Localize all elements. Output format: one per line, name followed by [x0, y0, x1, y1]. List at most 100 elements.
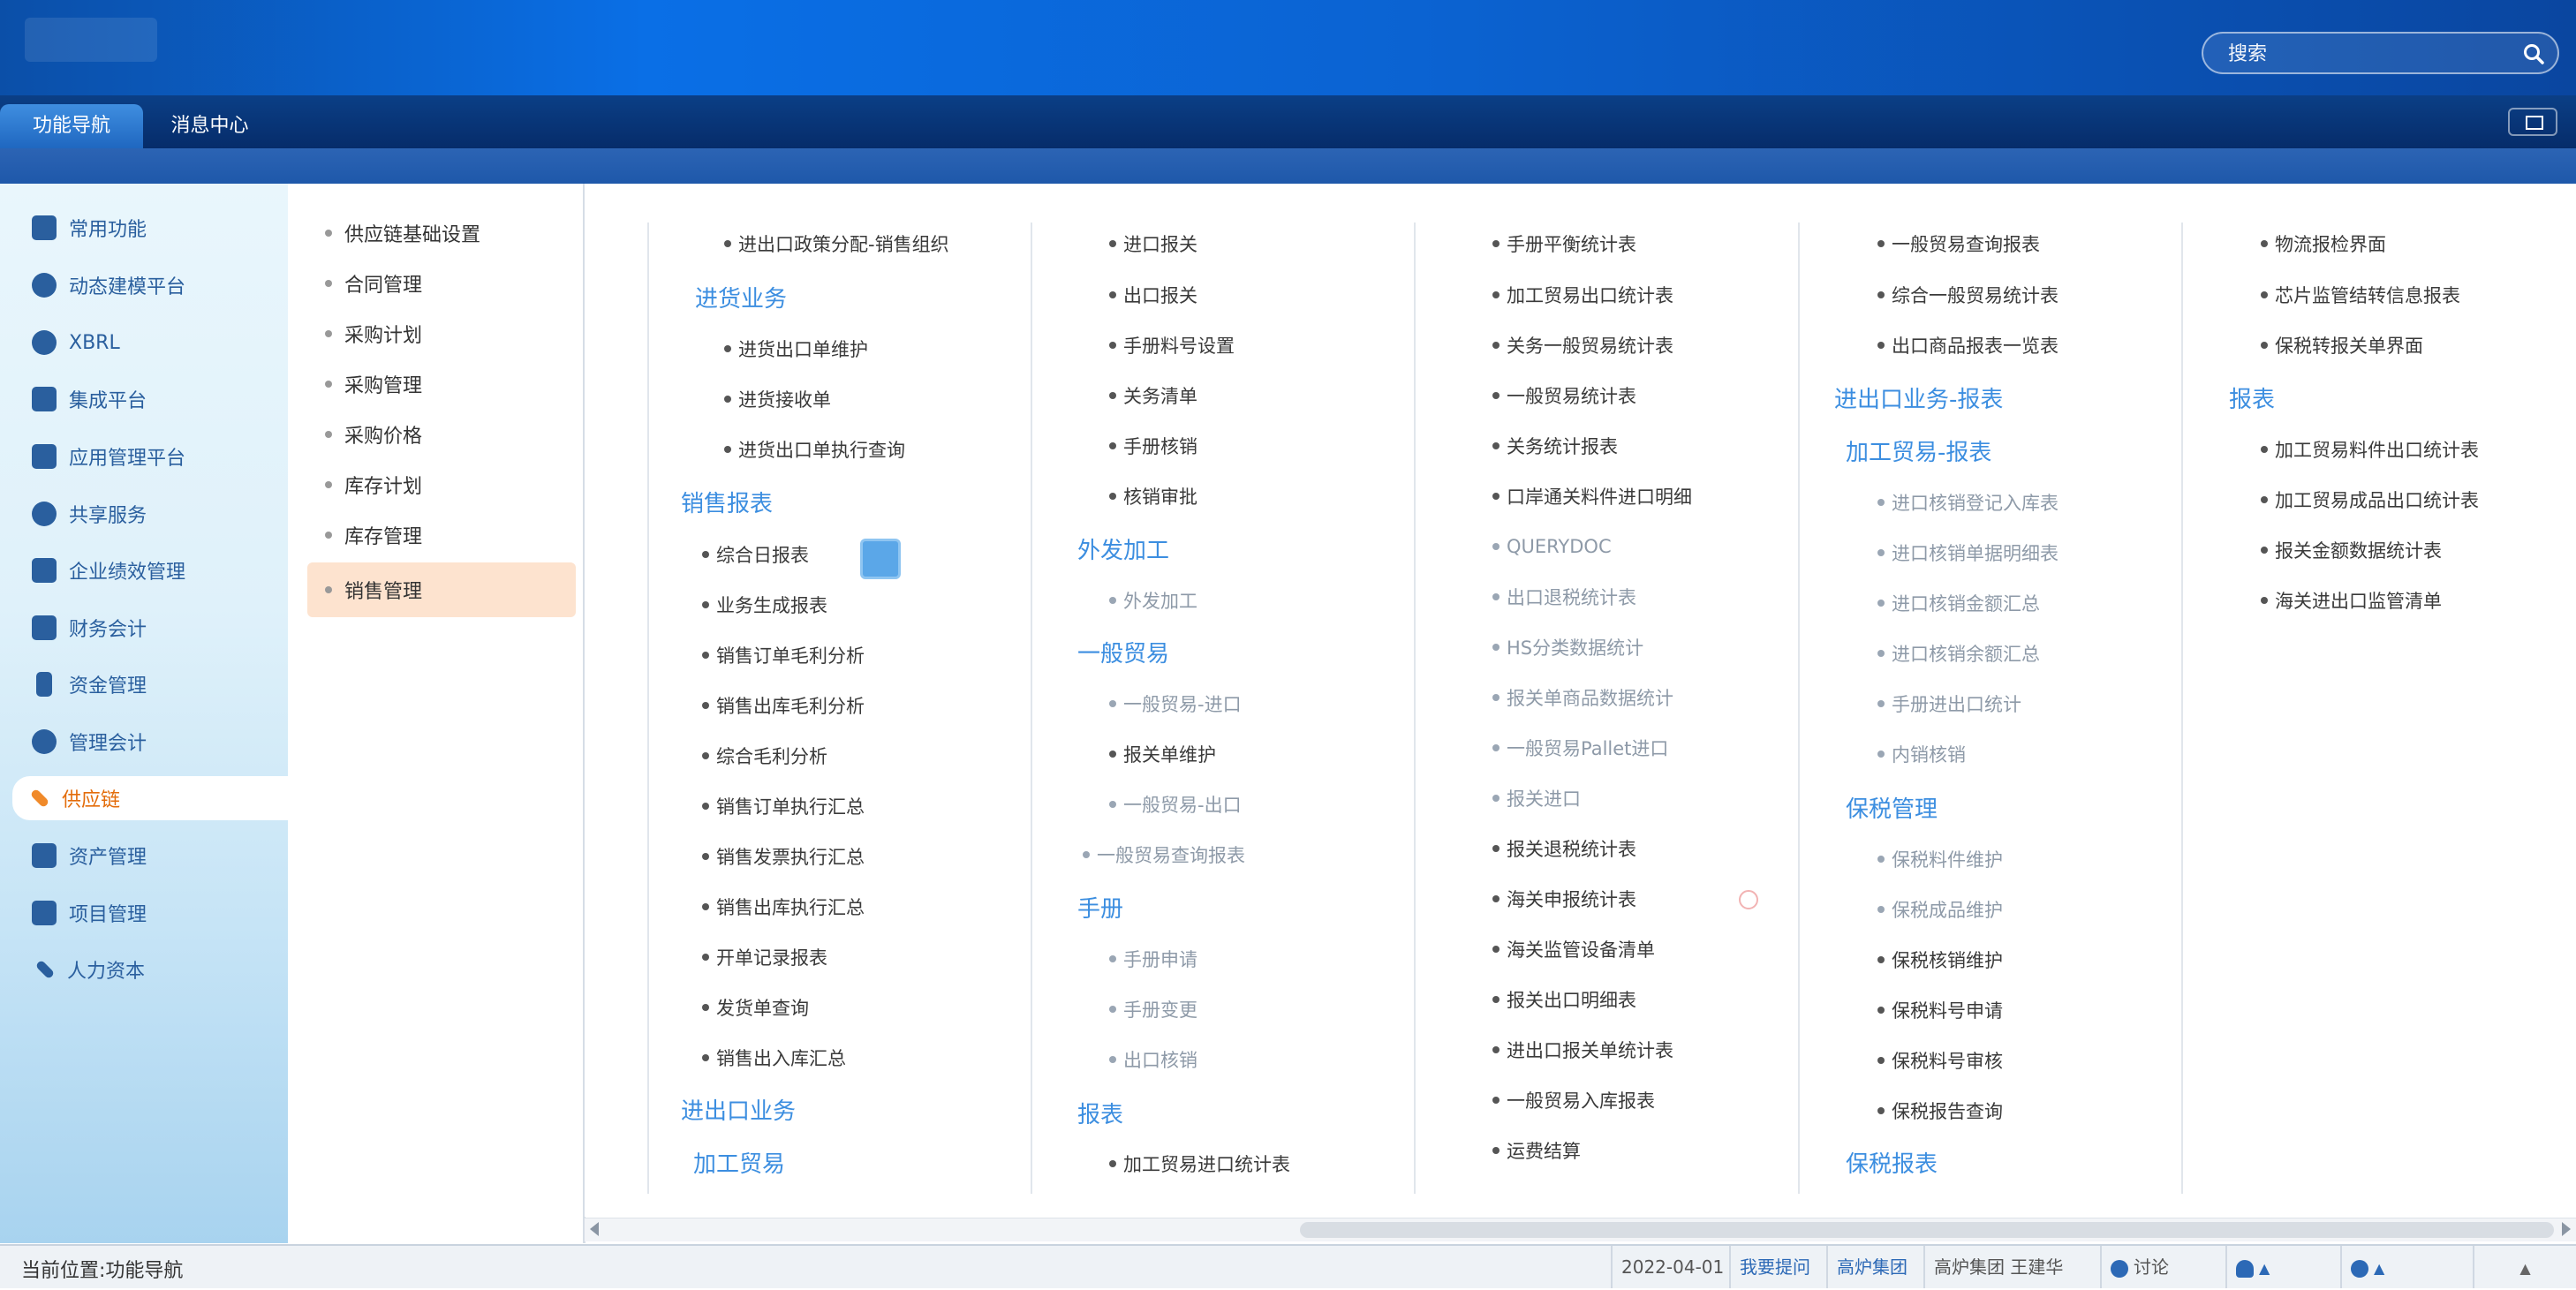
menu-item[interactable]: 进出口报关单统计表: [1492, 1034, 1673, 1066]
menu-item[interactable]: 加工贸易料件出口统计表: [2261, 434, 2479, 465]
menu-item[interactable]: 报关金额数据统计表: [2261, 534, 2442, 566]
menu-item[interactable]: 手册申请: [1109, 943, 1197, 975]
menu-item[interactable]: 报关单商品数据统计: [1492, 682, 1673, 713]
menu-item[interactable]: 销售出库毛利分析: [702, 690, 865, 721]
nav-item-integration[interactable]: 集成平台: [18, 377, 274, 421]
nav-item-asset[interactable]: 资产管理: [18, 834, 274, 878]
menu-item[interactable]: 报关退税统计表: [1492, 833, 1636, 864]
nav-item-shared-service[interactable]: 共享服务: [18, 492, 274, 536]
menu-item[interactable]: 一般贸易-出口: [1109, 788, 1242, 820]
search-input[interactable]: [2226, 39, 2512, 69]
menu-item[interactable]: 销售订单执行汇总: [702, 790, 865, 822]
menu-item[interactable]: HS分类数据统计: [1492, 631, 1643, 663]
feedback-link[interactable]: 我要提问: [1729, 1246, 1819, 1288]
nav-item-treasury[interactable]: 资金管理: [18, 662, 274, 706]
menu-item[interactable]: 保税料号申请: [1877, 994, 2003, 1026]
doc-badge-icon[interactable]: [860, 539, 901, 579]
menu-item[interactable]: 保税料件维护: [1877, 843, 2003, 875]
horizontal-scrollbar[interactable]: [585, 1218, 2576, 1241]
nav-item-project[interactable]: 项目管理: [18, 891, 274, 935]
submenu-item[interactable]: 采购价格: [307, 411, 576, 457]
submenu-item[interactable]: 库存计划: [307, 462, 576, 508]
search-icon[interactable]: [2522, 42, 2545, 65]
menu-item[interactable]: 外发加工: [1109, 585, 1197, 616]
menu-item[interactable]: 保税成品维护: [1877, 894, 2003, 925]
menu-item[interactable]: 发货单查询: [702, 992, 809, 1023]
menu-item[interactable]: 保税核销维护: [1877, 944, 2003, 976]
menu-item[interactable]: 进货接收单: [724, 383, 831, 415]
menu-item[interactable]: 进出口政策分配-销售组织: [724, 228, 949, 260]
menu-item[interactable]: 保税转报关单界面: [2261, 329, 2423, 361]
menu-item[interactable]: 关务清单: [1109, 380, 1197, 411]
menu-item[interactable]: 出口核销: [1109, 1044, 1197, 1075]
company-link[interactable]: 高炉集团: [1826, 1246, 1916, 1288]
nav-item-xbrl[interactable]: XBRL: [18, 321, 274, 365]
menu-item[interactable]: 保税报告查询: [1877, 1095, 2003, 1127]
menu-item[interactable]: 海关监管设备清单: [1492, 933, 1655, 965]
menu-item[interactable]: 加工贸易进口统计表: [1109, 1148, 1290, 1180]
tab-function-nav[interactable]: 功能导航: [0, 104, 143, 148]
menu-item[interactable]: 业务生成报表: [702, 589, 827, 621]
menu-item[interactable]: 运费结算: [1492, 1135, 1581, 1166]
menu-item[interactable]: 综合日报表: [702, 539, 809, 570]
menu-item[interactable]: 销售出入库汇总: [702, 1042, 846, 1074]
menu-item[interactable]: 手册变更: [1109, 993, 1197, 1025]
help-menu-button[interactable]: ▲: [2340, 1246, 2420, 1288]
menu-item[interactable]: 海关申报统计表: [1492, 883, 1636, 915]
user-menu-button[interactable]: ▲: [2225, 1246, 2305, 1288]
menu-item[interactable]: 核销审批: [1109, 480, 1197, 512]
nav-item-mgmt-accounting[interactable]: 管理会计: [18, 720, 274, 764]
menu-item[interactable]: 进口核销单据明细表: [1877, 537, 2059, 569]
menu-item[interactable]: 一般贸易Pallet进口: [1492, 732, 1668, 764]
menu-item[interactable]: 出口商品报表一览表: [1877, 329, 2059, 361]
submenu-item[interactable]: 采购计划: [307, 311, 576, 357]
submenu-item[interactable]: 合同管理: [307, 260, 576, 306]
menu-item[interactable]: 报关单维护: [1109, 738, 1216, 770]
menu-item[interactable]: 物流报检界面: [2261, 228, 2386, 260]
menu-item[interactable]: 手册进出口统计: [1877, 688, 2021, 720]
menu-item[interactable]: 出口退税统计表: [1492, 581, 1636, 613]
submenu-item[interactable]: 供应链基础设置: [307, 210, 576, 256]
menu-item[interactable]: 进口核销余额汇总: [1877, 637, 2040, 669]
menu-item[interactable]: 保税料号审核: [1877, 1045, 2003, 1076]
nav-item-app-mgmt[interactable]: 应用管理平台: [18, 434, 274, 479]
window-restore-button[interactable]: [2508, 108, 2557, 136]
nav-item-modeling[interactable]: 动态建模平台: [18, 263, 274, 307]
menu-item[interactable]: 进口核销登记入库表: [1877, 487, 2059, 518]
nav-item-supply-chain[interactable]: 供应链: [12, 776, 288, 820]
nav-item-performance[interactable]: 企业绩效管理: [18, 548, 274, 592]
menu-item[interactable]: 手册核销: [1109, 430, 1197, 462]
menu-item[interactable]: 海关进出口监管清单: [2261, 585, 2442, 616]
menu-item[interactable]: 手册料号设置: [1109, 329, 1235, 361]
menu-item[interactable]: 一般贸易查询报表: [1083, 839, 1245, 871]
menu-item[interactable]: 销售出库执行汇总: [702, 891, 865, 923]
submenu-item[interactable]: 采购管理: [307, 361, 576, 407]
menu-item[interactable]: 芯片监管结转信息报表: [2261, 279, 2460, 311]
menu-item[interactable]: 进货出口单维护: [724, 333, 868, 365]
search-box[interactable]: [2202, 32, 2559, 74]
expand-button[interactable]: ▲: [2473, 1246, 2576, 1288]
tab-message-center[interactable]: 消息中心: [150, 104, 269, 148]
menu-item[interactable]: 加工贸易出口统计表: [1492, 279, 1673, 311]
menu-item[interactable]: 一般贸易统计表: [1492, 380, 1636, 411]
menu-item[interactable]: 一般贸易入库报表: [1492, 1084, 1655, 1116]
menu-item[interactable]: 报关进口: [1492, 782, 1581, 814]
menu-item[interactable]: 一般贸易-进口: [1109, 688, 1242, 720]
menu-item[interactable]: 综合毛利分析: [702, 740, 827, 772]
menu-item[interactable]: QUERYDOC: [1492, 531, 1612, 562]
menu-item[interactable]: 关务统计报表: [1492, 430, 1618, 462]
scroll-left-icon[interactable]: [590, 1222, 599, 1236]
menu-item[interactable]: 开单记录报表: [702, 941, 827, 973]
submenu-item-active[interactable]: 销售管理: [307, 562, 576, 617]
pin-icon[interactable]: [1739, 890, 1758, 909]
menu-item[interactable]: 一般贸易查询报表: [1877, 228, 2040, 260]
menu-item[interactable]: 综合一般贸易统计表: [1877, 279, 2059, 311]
menu-item[interactable]: 进口报关: [1109, 228, 1197, 260]
menu-item[interactable]: 出口报关: [1109, 279, 1197, 311]
nav-item-common[interactable]: 常用功能: [18, 206, 274, 250]
menu-item[interactable]: 口岸通关料件进口明细: [1492, 480, 1692, 512]
menu-item[interactable]: 进货出口单执行查询: [724, 434, 905, 465]
nav-item-finance[interactable]: 财务会计: [18, 606, 274, 650]
menu-item[interactable]: 销售发票执行汇总: [702, 841, 865, 872]
menu-item[interactable]: 关务一般贸易统计表: [1492, 329, 1673, 361]
